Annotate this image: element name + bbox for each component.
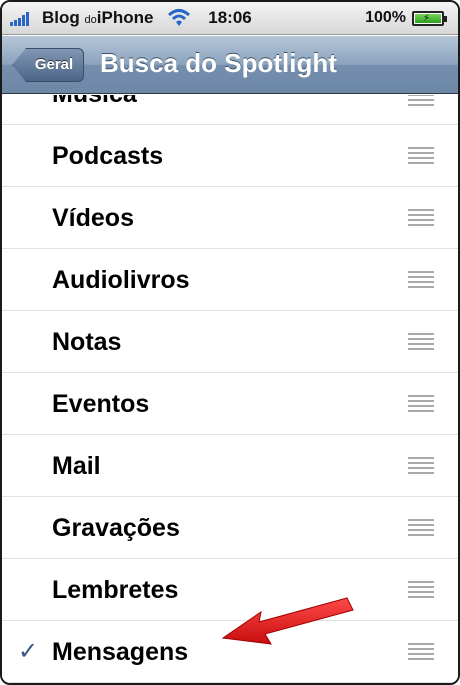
reorder-handle-icon[interactable] [408,333,434,351]
list-item[interactable]: Notas [2,311,458,373]
reorder-handle-icon[interactable] [408,209,434,227]
list-item-label: Lembretes [52,576,179,604]
list-item-partial[interactable]: Música [2,95,458,125]
iphone-screen: Blog doiPhone 18:06 100% ⚡ Geral Busca d… [0,0,460,685]
red-arrow-icon [221,597,354,645]
battery-percent: 100% [365,9,406,26]
list-item-label: Mail [52,452,101,480]
status-bar: Blog doiPhone 18:06 100% ⚡ [2,2,458,35]
list-item[interactable]: Mail [2,435,458,497]
list-item-label: Podcasts [52,142,164,170]
reorder-handle-icon[interactable] [408,95,434,107]
reorder-handle-icon[interactable] [408,519,434,537]
list-item[interactable]: Gravações [2,497,458,559]
list-item-label: Música [52,95,137,124]
reorder-handle-icon[interactable] [408,271,434,289]
reorder-handle-icon[interactable] [408,395,434,413]
back-button[interactable]: Geral [12,48,84,82]
list-item-label: Audiolivros [52,266,190,294]
reorder-handle-icon[interactable] [408,581,434,599]
list-item[interactable]: Eventos [2,373,458,435]
list-item[interactable]: Podcasts [2,125,458,187]
reorder-handle-icon[interactable] [408,147,434,165]
battery-charging-icon: ⚡ [412,11,447,26]
reorder-handle-icon[interactable] [408,643,434,661]
list-item[interactable]: Audiolivros [2,249,458,311]
list-item-label: Notas [52,328,122,356]
reorder-handle-icon[interactable] [408,457,434,475]
list-item-label: Vídeos [52,204,134,232]
checkmark-icon: ✓ [18,638,39,665]
navigation-bar: Geral Busca do Spotlight [2,36,458,94]
list-item-label: Gravações [52,514,180,542]
list-item[interactable]: Vídeos [2,187,458,249]
list-item-label: Mensagens [52,638,189,666]
list-item-label: Eventos [52,390,150,418]
page-title: Busca do Spotlight [100,48,337,78]
